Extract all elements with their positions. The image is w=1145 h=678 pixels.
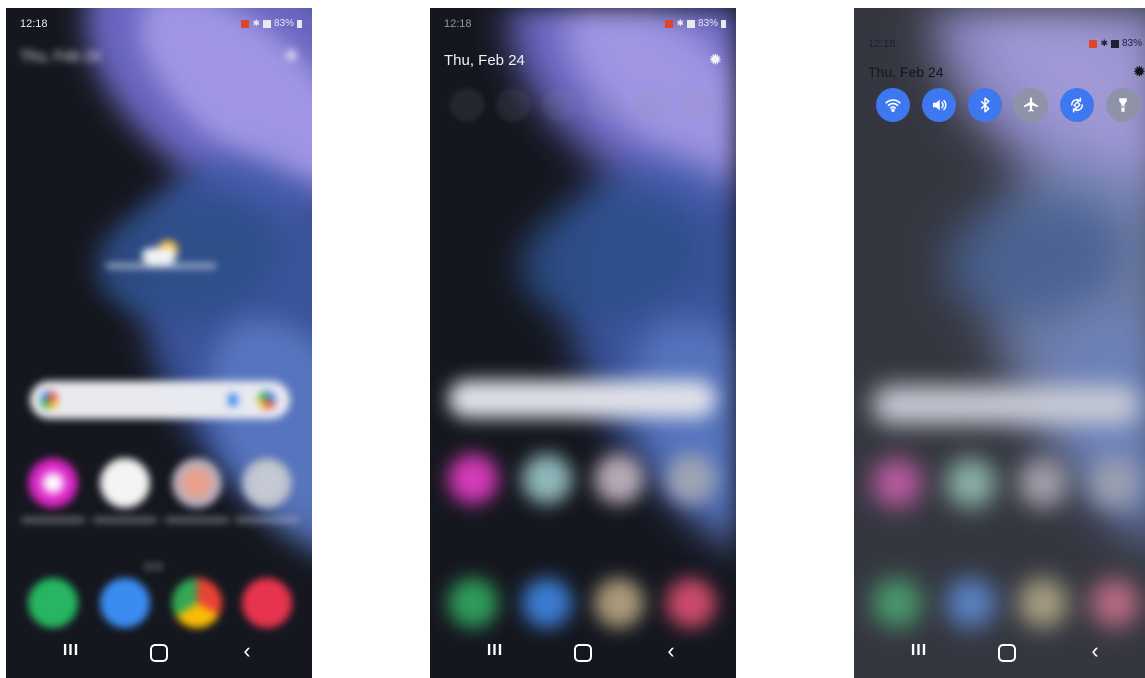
google-logo-icon xyxy=(40,391,58,409)
quick-settings-row xyxy=(450,88,728,124)
bluetooth-status-icon: ✱ xyxy=(1100,38,1108,48)
home-button[interactable] xyxy=(568,640,598,668)
app-icon-chrome[interactable] xyxy=(1018,578,1068,628)
quick-settings-row xyxy=(874,88,1145,124)
back-button[interactable]: ‹ xyxy=(656,638,686,664)
home-icon xyxy=(998,644,1016,662)
status-bar: 12:18 ✱ 83% xyxy=(20,18,302,32)
gear-icon[interactable]: ✹ xyxy=(285,46,298,66)
app-icon-chrome[interactable] xyxy=(594,578,644,628)
navigation-bar: III ‹ xyxy=(854,628,1145,678)
shade-opening-phone: 12:18 ✱ 83% Thu, Feb 24 ✹ III ‹ xyxy=(430,8,736,678)
back-button[interactable]: ‹ xyxy=(232,638,262,664)
app-icon-camera[interactable] xyxy=(666,578,716,628)
recent-apps-button[interactable]: III xyxy=(904,642,934,660)
navigation-bar: III ‹ xyxy=(430,628,736,678)
app-label xyxy=(235,518,299,522)
google-search-bar[interactable] xyxy=(448,380,716,418)
cloud-icon xyxy=(142,248,176,264)
wifi-icon[interactable] xyxy=(450,88,484,122)
app-icon-chrome[interactable] xyxy=(172,578,222,628)
recent-apps-button[interactable]: III xyxy=(480,642,510,660)
home-icon xyxy=(574,644,592,662)
app-label xyxy=(93,518,157,522)
status-bar: 12:18 ✱ 83% xyxy=(444,18,726,32)
sound-icon[interactable] xyxy=(496,88,530,122)
app-folder-microsoft[interactable] xyxy=(666,454,716,504)
app-icon-play-store[interactable] xyxy=(522,454,572,504)
gear-icon[interactable]: ✹ xyxy=(709,50,722,70)
weather-text xyxy=(106,264,216,268)
app-icon-gallery[interactable] xyxy=(28,458,78,508)
gear-icon[interactable]: ✹ xyxy=(1133,62,1145,82)
app-icon-messages[interactable] xyxy=(100,578,150,628)
recent-apps-button[interactable]: III xyxy=(56,642,86,660)
home-screen-phone: 12:18 ✱ 83% Thu, Feb 24 ✹ III ‹ xyxy=(6,8,312,678)
battery-icon xyxy=(297,19,302,28)
wifi-status-icon xyxy=(1110,39,1119,48)
battery-icon xyxy=(721,19,726,28)
app-folder-microsoft[interactable] xyxy=(1090,458,1140,508)
battery-percent: 83% xyxy=(697,18,718,29)
notification-icon xyxy=(241,19,250,28)
app-folder-google[interactable] xyxy=(172,458,222,508)
app-icon-camera[interactable] xyxy=(1090,578,1140,628)
wifi-status-icon xyxy=(686,19,695,28)
quick-panel-phone: 12:18 ✱ 83% Thu, Feb 24 ✹ III ‹ xyxy=(854,8,1145,678)
wifi-icon[interactable] xyxy=(876,88,910,122)
app-label xyxy=(165,518,229,522)
app-icon-gallery[interactable] xyxy=(872,458,922,508)
status-bar: 12:18 ✱ 83% xyxy=(868,38,1145,52)
google-search-bar[interactable] xyxy=(872,386,1140,424)
status-time: 12:18 xyxy=(20,18,48,30)
wifi-status-icon xyxy=(262,19,271,28)
app-folder-microsoft[interactable] xyxy=(242,458,292,508)
notification-icon xyxy=(1089,39,1098,48)
date-label: Thu, Feb 24 xyxy=(444,52,525,69)
bluetooth-status-icon: ✱ xyxy=(252,18,260,28)
auto-rotate-icon[interactable] xyxy=(1060,88,1094,122)
page-indicator xyxy=(146,556,176,569)
app-icon-phone[interactable] xyxy=(448,578,498,628)
battery-percent: 83% xyxy=(273,18,294,29)
app-icon-phone[interactable] xyxy=(872,578,922,628)
notification-icon xyxy=(665,19,674,28)
status-time: 12:18 xyxy=(868,38,896,50)
auto-rotate-icon[interactable] xyxy=(634,88,668,122)
back-button[interactable]: ‹ xyxy=(1080,638,1110,664)
battery-percent: 83% xyxy=(1121,38,1142,49)
home-button[interactable] xyxy=(144,640,174,668)
flashlight-icon[interactable] xyxy=(680,88,714,122)
sound-icon[interactable] xyxy=(922,88,956,122)
mic-icon[interactable] xyxy=(228,393,238,407)
home-button[interactable] xyxy=(992,640,1022,668)
date-label: Thu, Feb 24 xyxy=(20,48,101,65)
home-icon xyxy=(150,644,168,662)
app-icon-gallery[interactable] xyxy=(448,454,498,504)
lens-icon[interactable] xyxy=(258,391,276,409)
airplane-mode-icon[interactable] xyxy=(588,88,622,122)
date-label: Thu, Feb 24 xyxy=(868,64,944,80)
app-label xyxy=(21,518,85,522)
navigation-bar: III ‹ xyxy=(6,628,312,678)
app-folder-google[interactable] xyxy=(1018,458,1068,508)
app-icon-camera[interactable] xyxy=(242,578,292,628)
bluetooth-icon[interactable] xyxy=(968,88,1002,122)
flashlight-icon[interactable] xyxy=(1106,88,1140,122)
weather-widget[interactable] xyxy=(126,234,196,280)
app-icon-play-store[interactable] xyxy=(946,458,996,508)
bluetooth-icon[interactable] xyxy=(542,88,576,122)
app-icon-messages[interactable] xyxy=(946,578,996,628)
status-time: 12:18 xyxy=(444,18,472,30)
app-folder-google[interactable] xyxy=(594,454,644,504)
google-search-bar[interactable] xyxy=(30,381,290,419)
app-icon-play-store[interactable] xyxy=(100,458,150,508)
airplane-mode-icon[interactable] xyxy=(1014,88,1048,122)
bluetooth-status-icon: ✱ xyxy=(676,18,684,28)
app-icon-phone[interactable] xyxy=(28,578,78,628)
app-icon-messages[interactable] xyxy=(522,578,572,628)
